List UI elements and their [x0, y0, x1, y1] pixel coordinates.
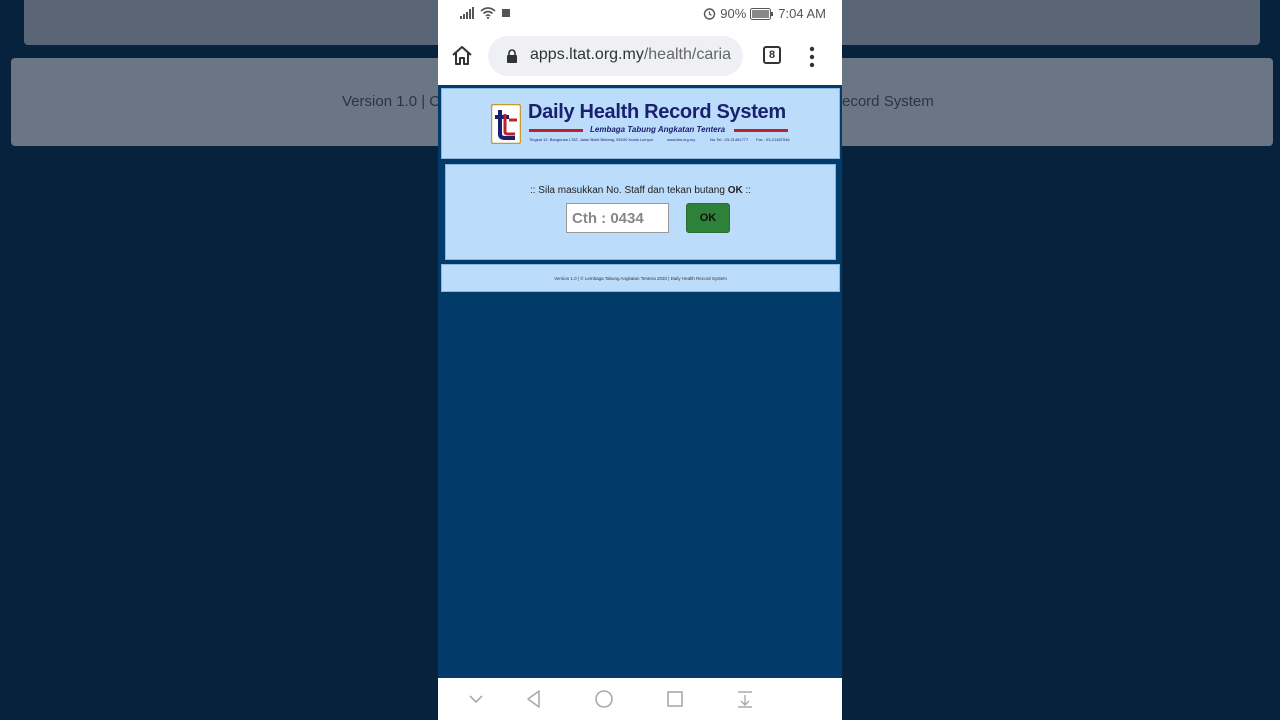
address-bar[interactable]: apps.ltat.org.my/health/caria	[488, 36, 743, 76]
footer-text: Version 1.0 | © Lembaga Tabung Angkatan …	[554, 276, 727, 281]
background-text-right: ecord System	[842, 93, 934, 110]
brand-website: www.ltat.org.my	[667, 137, 696, 142]
home-circle-icon[interactable]	[594, 689, 614, 709]
clock: 7:04 AM	[778, 6, 826, 21]
ltat-logo-icon	[491, 104, 521, 144]
staff-number-input[interactable]	[566, 203, 669, 233]
browser-toolbar: apps.ltat.org.my/health/caria 8	[438, 28, 842, 85]
lock-icon	[507, 49, 517, 63]
notification-pull-icon[interactable]	[735, 689, 755, 709]
battery-percent: 90%	[720, 6, 747, 21]
brand-address: Tingkat 12, Bangunan LTAT, Jalan Bukit B…	[529, 137, 654, 142]
recents-icon[interactable]	[665, 689, 685, 709]
brand-rule-left	[529, 129, 583, 132]
status-bar: 90% 7:04 AM	[438, 0, 842, 28]
staff-login-form: :: Sila masukkan No. Staff dan tekan but…	[445, 164, 836, 260]
phone-screen: 90% 7:04 AM apps.ltat.org.my/health/cari…	[438, 0, 842, 720]
overflow-menu-icon[interactable]	[808, 46, 816, 68]
notification-icon	[502, 9, 510, 17]
footer: Version 1.0 | © Lembaga Tabung Angkatan …	[441, 264, 840, 292]
back-icon[interactable]	[524, 689, 544, 709]
header-banner: Daily Health Record System Lembaga Tabun…	[441, 88, 840, 159]
url-path: /health/caria	[643, 46, 731, 63]
system-nav-bar	[438, 678, 842, 720]
brand-rule-right	[734, 129, 788, 132]
form-instruction: :: Sila masukkan No. Staff dan tekan but…	[446, 185, 835, 196]
chevron-down-icon[interactable]	[466, 689, 486, 709]
tab-switcher-button[interactable]: 8	[763, 46, 781, 64]
brand-phone: No.Tel : 03-21481777	[710, 137, 749, 142]
battery-icon	[750, 7, 774, 20]
alarm-icon	[704, 8, 716, 20]
home-icon[interactable]	[450, 44, 474, 68]
url-text: apps.ltat.org.my/health/caria	[530, 46, 731, 64]
background-text-left: Version 1.0 | C	[342, 93, 441, 110]
brand-subtitle: Lembaga Tabung Angkatan Tentera	[590, 125, 726, 134]
instruction-prefix: :: Sila masukkan No. Staff dan tekan but…	[529, 185, 728, 196]
signal-icon	[460, 7, 474, 19]
url-domain: apps.ltat.org.my	[530, 46, 644, 63]
brand-title: Daily Health Record System	[528, 101, 786, 123]
brand-fax: Fax : 03-21487946	[756, 137, 790, 142]
ok-button[interactable]: OK	[686, 203, 730, 233]
instruction-suffix: ::	[742, 185, 752, 196]
wifi-icon	[480, 7, 496, 19]
instruction-ok: OK	[727, 185, 743, 196]
